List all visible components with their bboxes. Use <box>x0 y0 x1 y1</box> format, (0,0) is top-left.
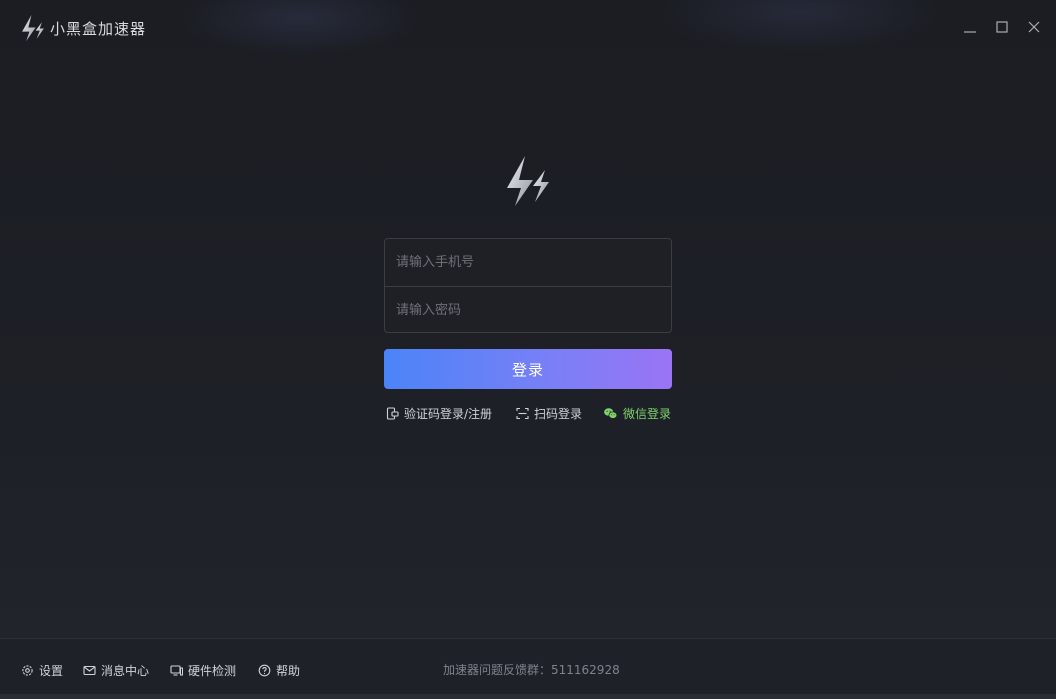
code-login-link[interactable]: 验证码登录/注册 <box>386 404 492 422</box>
settings-button[interactable]: 设置 <box>21 661 63 679</box>
mail-icon <box>83 665 96 675</box>
close-icon[interactable] <box>1025 18 1043 36</box>
phone-code-icon <box>386 406 399 420</box>
app-window: 小黑盒加速器 登录 <box>0 0 1056 699</box>
feedback-group-text: 加速器问题反馈群：511162928 <box>443 663 620 677</box>
footer-bar: 设置 消息中心 硬件检测 帮助 加速器问题反馈群：511162928 <box>0 638 1056 699</box>
hardware-check-button[interactable]: 硬件检测 <box>170 661 236 679</box>
wechat-login-label: 微信登录 <box>623 406 672 421</box>
brand-logo-icon <box>507 156 549 206</box>
gear-icon <box>22 664 33 676</box>
login-form <box>384 238 672 334</box>
message-center-button[interactable]: 消息中心 <box>83 661 149 679</box>
app-logo-icon <box>22 15 44 41</box>
scan-login-label: 扫码登录 <box>534 406 583 421</box>
message-center-label: 消息中心 <box>101 663 150 678</box>
hardware-check-label: 硬件检测 <box>188 663 237 678</box>
scan-icon <box>516 407 529 419</box>
monitor-icon <box>170 664 183 676</box>
title-bar: 小黑盒加速器 <box>0 0 1056 56</box>
minimize-icon[interactable] <box>961 18 979 36</box>
wechat-icon <box>604 407 618 419</box>
settings-label: 设置 <box>39 663 64 678</box>
code-login-label: 验证码登录/注册 <box>404 406 493 421</box>
scan-login-link[interactable]: 扫码登录 <box>516 404 582 422</box>
login-button[interactable]: 登录 <box>384 349 672 389</box>
app-title: 小黑盒加速器 <box>50 20 147 38</box>
help-button[interactable]: 帮助 <box>258 661 300 679</box>
password-input[interactable] <box>385 287 671 334</box>
wechat-login-link[interactable]: 微信登录 <box>603 404 671 422</box>
maximize-icon[interactable] <box>993 18 1011 36</box>
bottom-edge <box>0 694 1056 699</box>
phone-input[interactable] <box>385 239 671 286</box>
help-icon <box>258 664 271 676</box>
help-label: 帮助 <box>276 663 301 678</box>
